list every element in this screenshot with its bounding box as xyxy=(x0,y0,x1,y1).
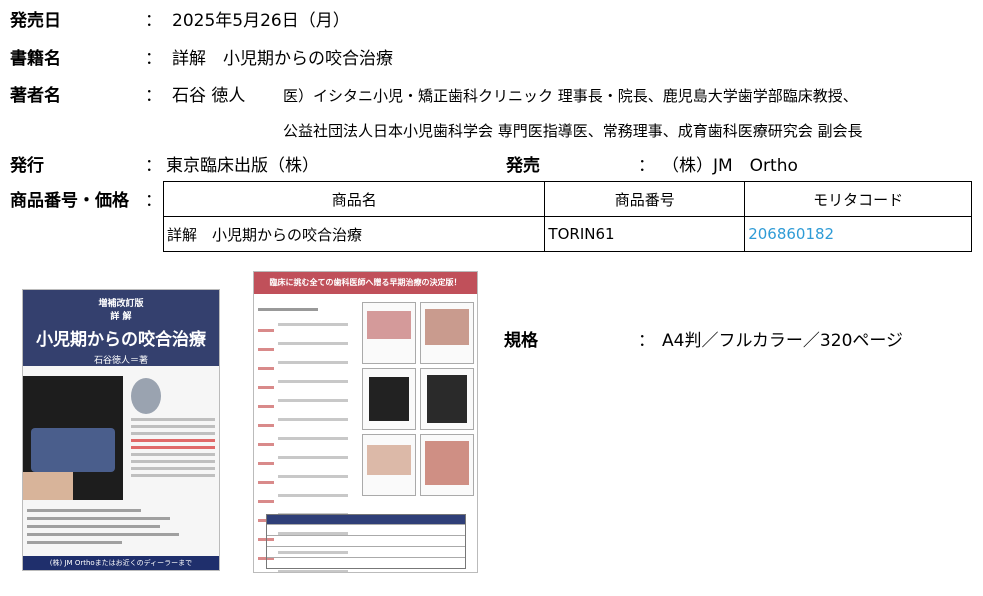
spec-value: A4判／フルカラー／320ページ xyxy=(662,331,904,351)
flyer-sample-pages xyxy=(362,302,474,497)
book-cover-image: 増補改訂版 詳 解 小児期からの咬合治療 石谷徳人＝著 (株) JM Ortho… xyxy=(22,289,220,571)
author-portrait-icon xyxy=(131,378,161,414)
cover-clinical-photo xyxy=(23,376,123,500)
author-label: 著者名 xyxy=(10,86,61,106)
flyer-order-form xyxy=(266,514,466,569)
author-affiliation-2: 公益社団法人日本小児歯科学会 専門医指導医、常務理事、成育歯科医療研究会 副会長 xyxy=(283,122,863,140)
sample-page xyxy=(420,302,474,364)
table-header-row: 商品名 商品番号 モリタコード xyxy=(162,181,972,217)
author-name: 石谷 徳人 xyxy=(172,86,246,106)
seller-value: （株）JM Ortho xyxy=(662,156,798,176)
cover-edition: 増補改訂版 xyxy=(98,299,144,309)
sample-page xyxy=(362,434,416,496)
table-header-cell: 商品番号 xyxy=(544,181,746,217)
spec-label: 規格 xyxy=(504,331,538,351)
cover-inset-book-icon xyxy=(31,428,115,472)
flyer-header: 臨床に挑む全ての歯科医師へ贈る早期治療の決定版！ xyxy=(254,272,477,294)
publisher-label: 発行 xyxy=(10,156,44,176)
author-colon: ： xyxy=(145,86,162,106)
author-affiliation-1: 医）イシタニ小児・矯正歯科クリニック 理事長・院長、鹿児島大学歯学部臨床教授、 xyxy=(283,87,858,105)
table-header-cell: モリタコード xyxy=(744,181,972,217)
table-cell-product-name: 詳解 小児期からの咬合治療 xyxy=(162,216,546,252)
table-row: 詳解 小児期からの咬合治療 TORIN61 206860182 xyxy=(162,216,972,252)
product-table: 商品名 商品番号 モリタコード 詳解 小児期からの咬合治療 TORIN61 20… xyxy=(162,181,972,252)
book-title-value: 詳解 小児期からの咬合治療 xyxy=(172,49,393,69)
book-title-colon: ： xyxy=(145,49,162,69)
product-label: 商品番号・価格 xyxy=(10,191,129,211)
publisher-colon: ： xyxy=(145,156,162,176)
table-cell-product-number: TORIN61 xyxy=(544,216,746,252)
sample-page xyxy=(420,434,474,496)
cover-subtitle: 詳 解 xyxy=(110,312,132,322)
cover-author: 石谷徳人＝著 xyxy=(93,356,148,366)
cover-publication-info xyxy=(27,504,217,549)
book-title-label: 書籍名 xyxy=(10,49,61,69)
seller-colon: ： xyxy=(638,156,655,176)
table-cell-morita-code-link[interactable]: 206860182 xyxy=(744,216,972,252)
cover-child-photo xyxy=(23,472,73,500)
flyer-image: 臨床に挑む全ての歯科医師へ贈る早期治療の決定版！ xyxy=(253,271,478,573)
seller-label: 発売 xyxy=(506,156,540,176)
cover-author-profile xyxy=(127,376,219,500)
spec-colon: ： xyxy=(638,331,655,351)
cover-title: 小児期からの咬合治療 xyxy=(36,330,206,350)
sample-page xyxy=(420,368,474,430)
table-header-cell: 商品名 xyxy=(162,181,546,217)
product-colon: ： xyxy=(145,191,162,211)
release-date-label: 発売日 xyxy=(10,11,61,31)
sample-page xyxy=(362,302,416,364)
cover-title-band: 増補改訂版 詳 解 小児期からの咬合治療 石谷徳人＝著 xyxy=(23,290,219,366)
release-date-value: 2025年5月26日（月） xyxy=(172,11,350,31)
publisher-value: 東京臨床出版（株） xyxy=(166,156,319,176)
cover-footer: (株) JM Orthoまたはお近くのディーラーまで xyxy=(23,556,219,570)
release-date-colon: ： xyxy=(145,11,162,31)
sample-page xyxy=(362,368,416,430)
